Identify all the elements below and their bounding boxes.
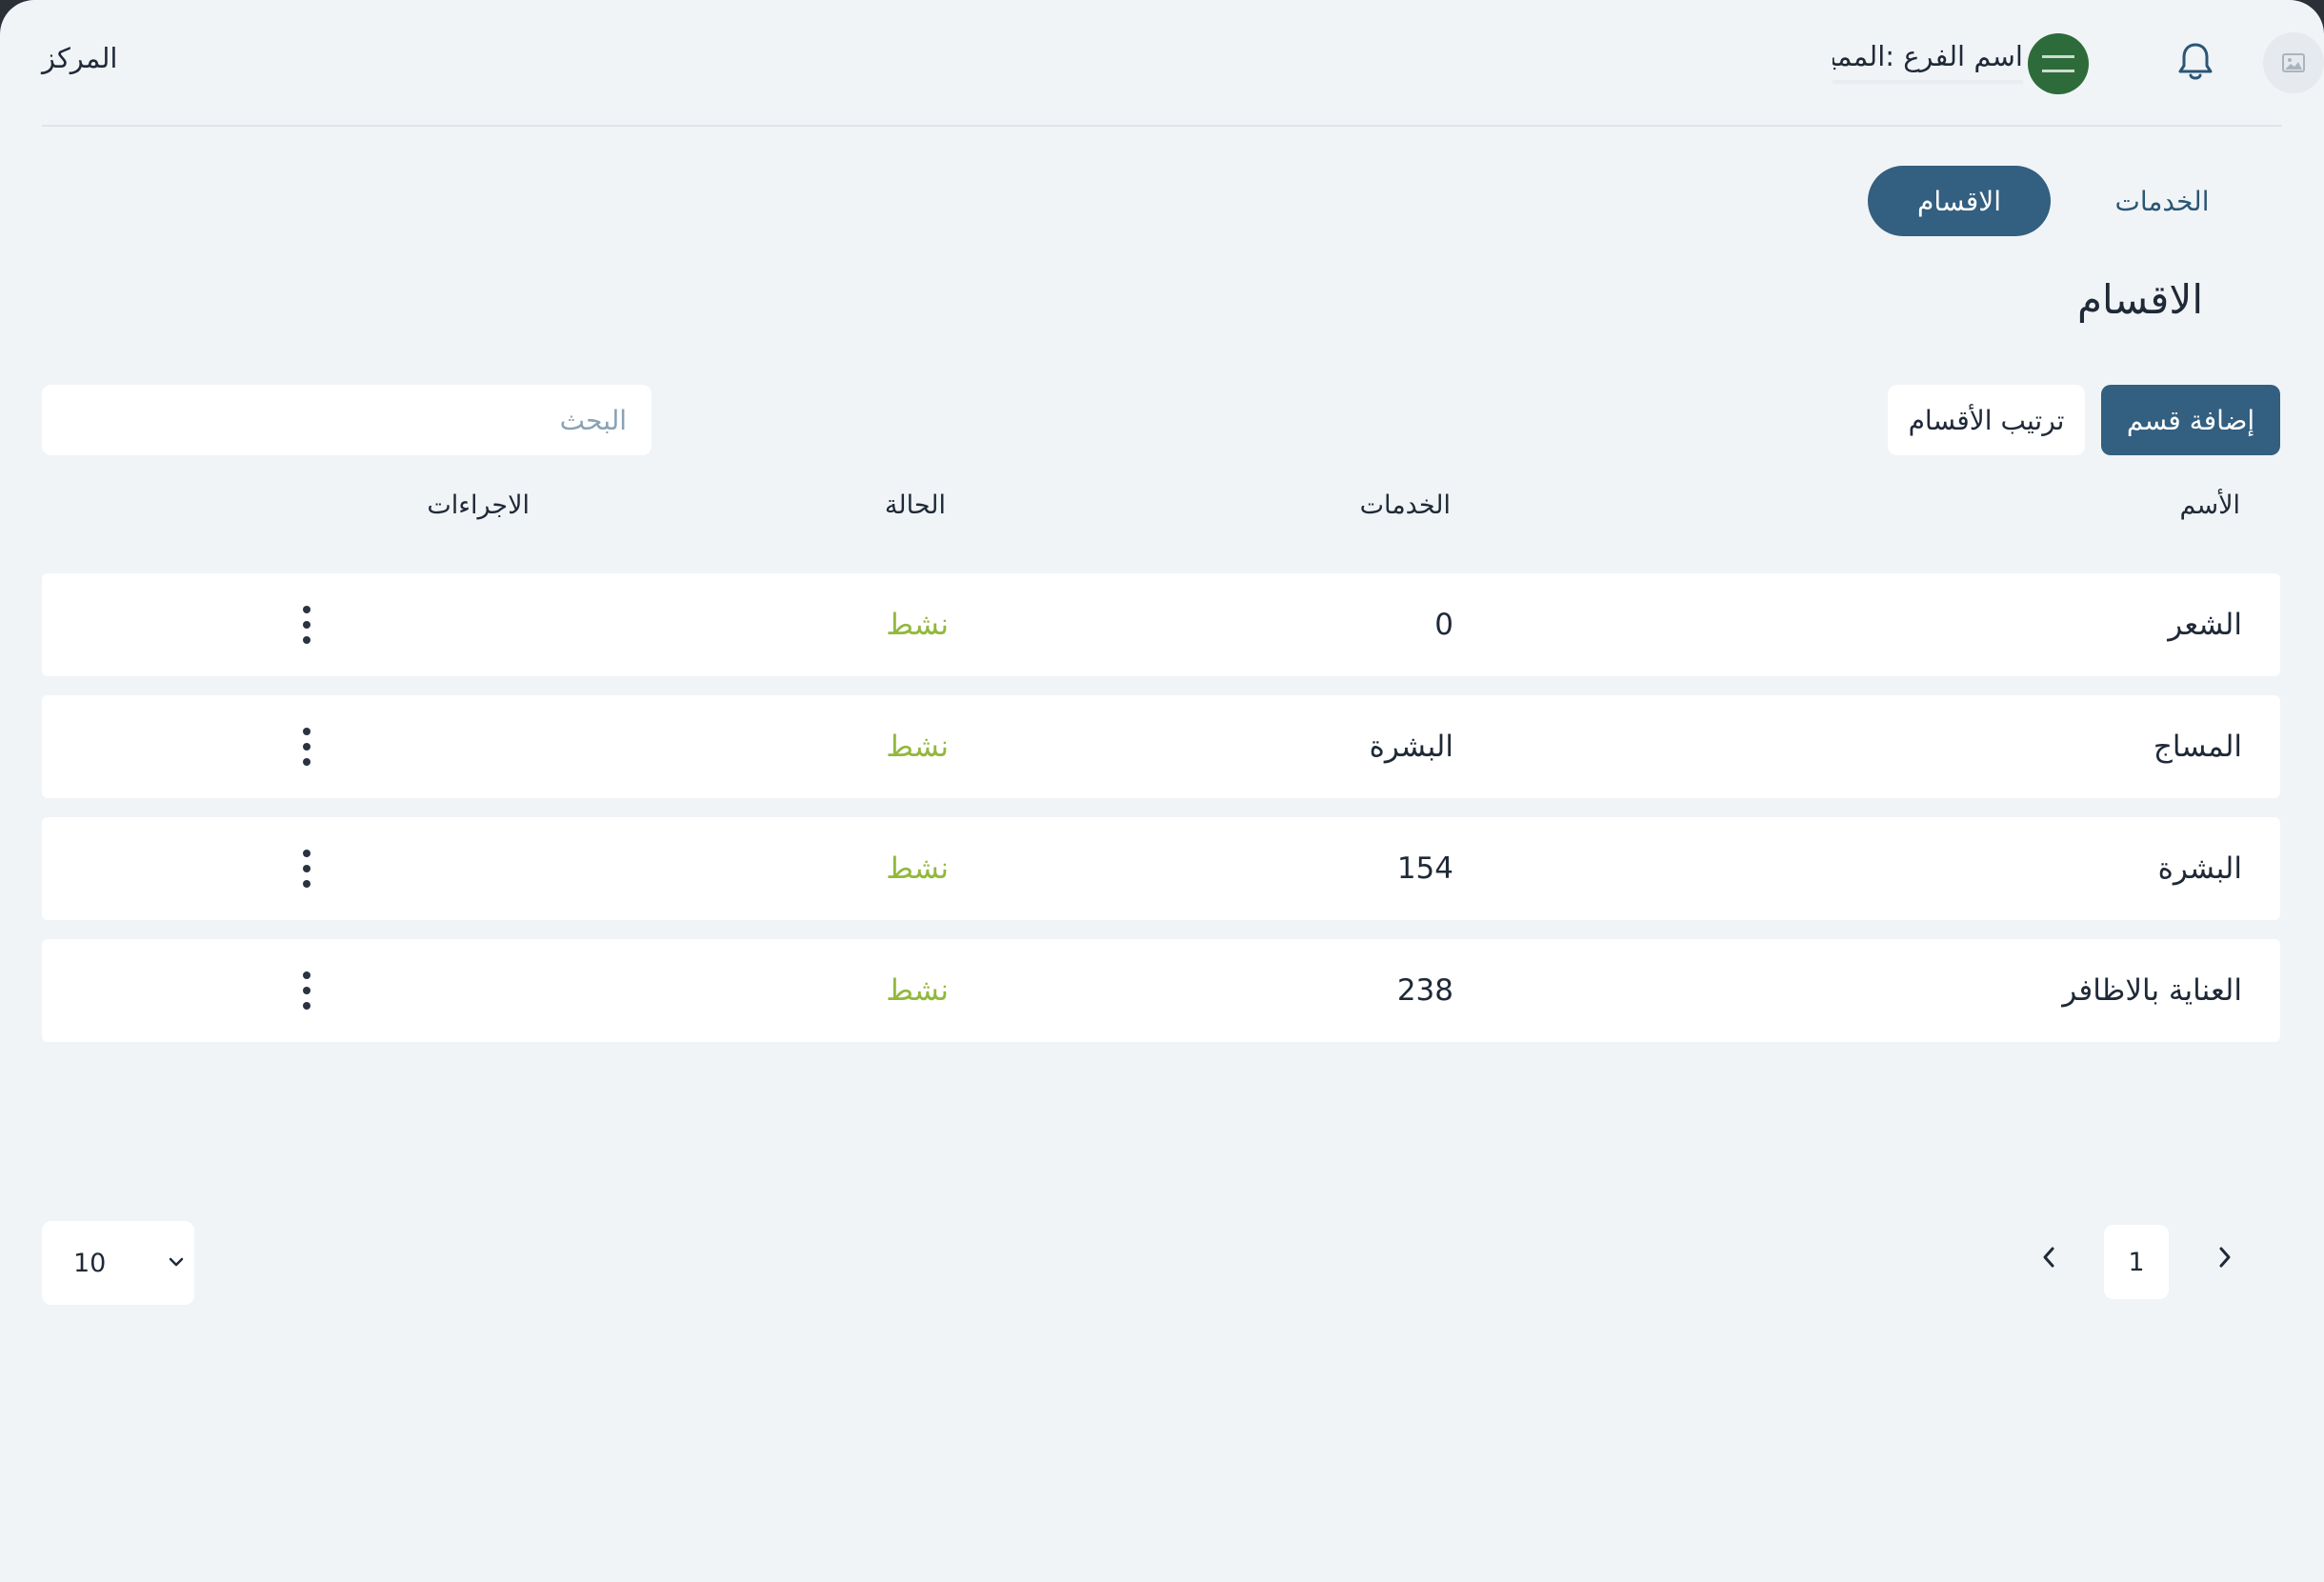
search-input[interactable] [42,385,651,455]
sort-sections-button[interactable]: ترتيب الأقسام [1888,385,2085,455]
column-header-actions: الاجراءات [427,491,530,520]
status-badge: نشط [886,608,949,642]
column-header-services: الخدمات [1359,491,1451,520]
column-header-name: الأسم [2179,491,2241,520]
chevron-down-icon [169,1257,184,1267]
row-services: البشرة [1369,730,1453,764]
branch-name[interactable]: اسم الفرع :المميز [1833,40,2023,84]
app-window: المركز اسم الفرع :المميز الاقسام الخدمات… [0,0,2324,1582]
page-title: الاقسام [2077,276,2203,323]
row-name: الشعر [2168,608,2242,642]
more-actions-icon[interactable] [288,817,326,920]
tab-sections[interactable]: الاقسام [1868,166,2051,236]
more-actions-icon[interactable] [288,695,326,798]
more-actions-icon[interactable] [288,939,326,1042]
page-number-button[interactable]: 1 [2104,1225,2169,1299]
row-name: البشرة [2157,851,2242,886]
top-bar: المركز اسم الفرع :المميز [42,0,2324,127]
row-name: العناية بالاظافر [2062,973,2242,1008]
page-size-select[interactable]: 10 [42,1221,194,1305]
image-placeholder-icon [2282,53,2305,72]
table-row: البشرة 154 نشط [42,817,2280,920]
chevron-left-icon [2043,1247,2054,1268]
column-header-status: الحالة [884,491,946,520]
table-row: العناية بالاظافر 238 نشط [42,939,2280,1042]
status-badge: نشط [886,973,949,1008]
row-services: 238 [1396,973,1453,1008]
row-services: 0 [1434,608,1453,642]
chevron-right-icon [2219,1247,2231,1268]
bell-icon[interactable] [2175,40,2215,82]
add-section-button[interactable]: إضافة قسم [2101,385,2280,455]
more-actions-icon[interactable] [288,573,326,676]
table-row: الشعر 0 نشط [42,573,2280,676]
status-badge: نشط [886,851,949,886]
saudi-flag-icon[interactable] [2028,33,2089,94]
previous-page-button[interactable] [2206,1233,2244,1281]
tab-services[interactable]: الخدمات [2076,166,2248,236]
row-services: 154 [1396,851,1453,886]
row-name: المساج [2153,730,2242,764]
avatar[interactable] [2263,32,2324,93]
status-badge: نشط [886,730,949,764]
page-size-value: 10 [73,1248,107,1278]
table-row: المساج البشرة نشط [42,695,2280,798]
brand-name: المركز [42,42,118,74]
next-page-button[interactable] [2030,1233,2068,1281]
